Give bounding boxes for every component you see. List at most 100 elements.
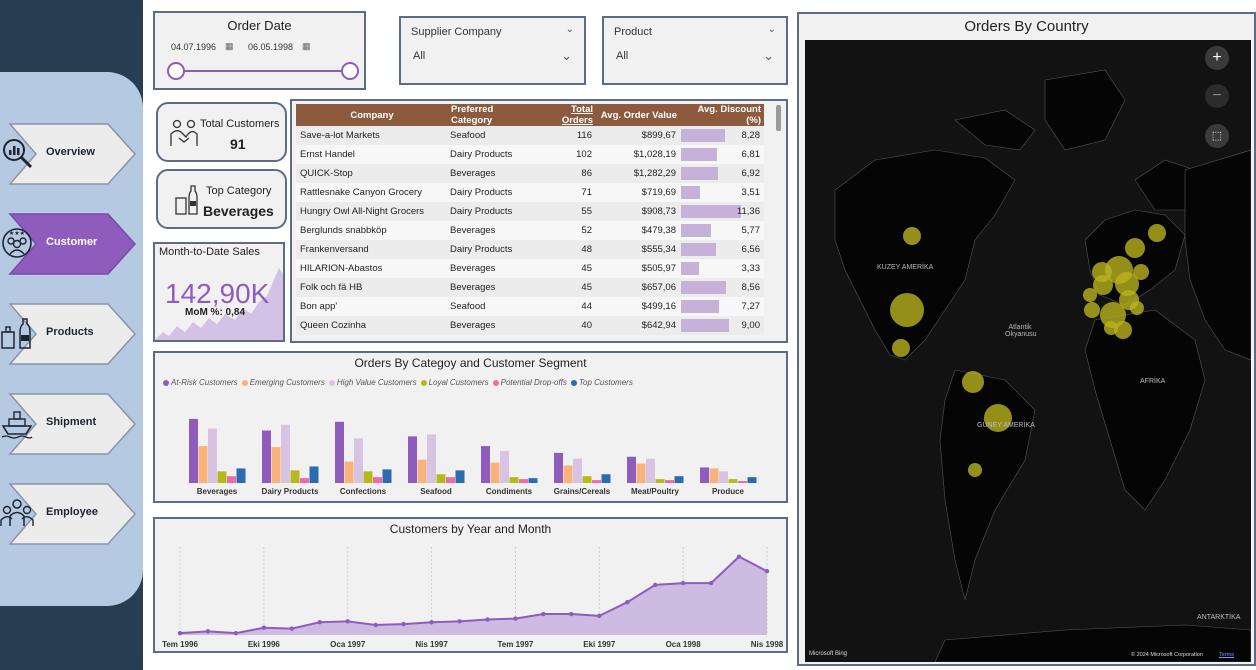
nav-shipment-button[interactable]: Shipment bbox=[0, 392, 140, 456]
data-point[interactable] bbox=[457, 619, 462, 624]
data-point[interactable] bbox=[541, 611, 546, 617]
bar[interactable] bbox=[436, 474, 446, 483]
data-point[interactable] bbox=[597, 613, 602, 619]
bar[interactable] bbox=[728, 479, 738, 483]
bar[interactable] bbox=[227, 476, 236, 483]
bar[interactable] bbox=[382, 469, 392, 483]
table-row[interactable]: Rattlesnake Canyon Grocery Dairy Products… bbox=[296, 183, 764, 202]
column-header[interactable]: Company bbox=[296, 104, 446, 126]
table-row[interactable]: Hungry Owl All-Night Grocers Dairy Produc… bbox=[296, 202, 764, 221]
table-row[interactable]: Save-a-lot Markets Seafood 116 $899,67 8,28 bbox=[296, 126, 764, 145]
calendar-icon[interactable]: ▦ bbox=[225, 41, 234, 52]
data-point[interactable] bbox=[680, 580, 686, 586]
calendar-icon[interactable]: ▦ bbox=[302, 41, 311, 52]
bar[interactable] bbox=[636, 463, 646, 483]
bar[interactable] bbox=[519, 479, 528, 483]
bar[interactable] bbox=[344, 461, 354, 483]
chevron-down-icon[interactable]: ⌄ bbox=[768, 24, 776, 35]
bar[interactable] bbox=[208, 428, 217, 483]
bar[interactable] bbox=[300, 478, 309, 483]
table-row[interactable]: Ernst Handel Dairy Products 102 $1,028,19 6,… bbox=[296, 145, 764, 164]
bar[interactable] bbox=[198, 446, 208, 483]
bar[interactable] bbox=[528, 478, 538, 483]
bar[interactable] bbox=[563, 465, 573, 483]
table-scrollbar[interactable] bbox=[776, 105, 781, 131]
nav-overview-button[interactable]: Overview bbox=[0, 122, 140, 186]
column-header-sorted[interactable]: Total Orders bbox=[536, 104, 596, 126]
bar[interactable] bbox=[290, 470, 300, 483]
supplier-company-slicer[interactable]: Supplier Company ⌄ All ⌄ bbox=[399, 16, 586, 85]
bar[interactable] bbox=[709, 468, 719, 483]
column-header[interactable]: Avg. Order Value bbox=[596, 104, 680, 126]
data-point[interactable] bbox=[708, 580, 714, 586]
legend-item[interactable]: Top Customers bbox=[579, 378, 633, 387]
bar[interactable] bbox=[455, 470, 465, 483]
data-point[interactable] bbox=[261, 625, 267, 630]
bar[interactable] bbox=[646, 458, 655, 483]
bar[interactable] bbox=[700, 467, 709, 483]
bar[interactable] bbox=[500, 450, 509, 483]
data-point[interactable] bbox=[401, 621, 406, 627]
bar[interactable] bbox=[309, 466, 319, 483]
date-to-input[interactable]: 06.05.1998 bbox=[248, 42, 293, 52]
nav-employee-button[interactable]: Employee bbox=[0, 482, 140, 546]
bar[interactable] bbox=[354, 438, 363, 483]
bar[interactable] bbox=[738, 481, 747, 483]
legend-item[interactable]: Loyal Customers bbox=[429, 378, 489, 387]
data-point[interactable] bbox=[569, 611, 574, 617]
table-row[interactable]: Queen Cozinha Beverages 40 $642,94 9,00 bbox=[296, 316, 764, 335]
country-bubble[interactable] bbox=[1133, 264, 1149, 280]
country-bubble[interactable] bbox=[892, 339, 910, 357]
bar[interactable] bbox=[281, 424, 290, 483]
bar[interactable] bbox=[189, 418, 198, 483]
country-bubble[interactable] bbox=[903, 227, 921, 245]
data-point[interactable] bbox=[736, 554, 742, 559]
bar[interactable] bbox=[373, 477, 382, 483]
country-bubble[interactable] bbox=[968, 463, 982, 477]
nav-products-button[interactable]: Products bbox=[0, 302, 140, 366]
country-bubble[interactable] bbox=[1130, 301, 1144, 315]
column-header[interactable]: Avg. Discount (%) bbox=[680, 104, 764, 126]
zoom-out-button[interactable]: − bbox=[1205, 84, 1229, 108]
table-row[interactable]: Berglunds snabbköp Beverages 52 $479,38 5,77 bbox=[296, 221, 764, 240]
country-bubble[interactable] bbox=[1114, 321, 1132, 339]
world-map[interactable]: + − ⬚ KUZEY AMERİKA GÜNEY AMERİKA AFRİKA… bbox=[805, 40, 1251, 662]
data-point[interactable] bbox=[289, 626, 295, 631]
legend-item[interactable]: High Value Customers bbox=[337, 378, 417, 387]
table-row[interactable]: QUICK-Stop Beverages 86 $1,282,29 6,92 bbox=[296, 164, 764, 183]
data-point[interactable] bbox=[317, 620, 322, 625]
bar[interactable] bbox=[655, 479, 665, 483]
data-point[interactable] bbox=[625, 600, 630, 605]
legend-item[interactable]: Potential Drop-offs bbox=[501, 378, 567, 387]
bar[interactable] bbox=[719, 471, 728, 483]
data-point[interactable] bbox=[177, 630, 183, 636]
country-bubble[interactable] bbox=[1084, 302, 1100, 318]
bar[interactable] bbox=[509, 477, 519, 483]
bar[interactable] bbox=[335, 421, 344, 483]
bar[interactable] bbox=[674, 476, 684, 483]
legend-item[interactable]: At-Risk Customers bbox=[171, 378, 238, 387]
data-point[interactable] bbox=[205, 629, 211, 634]
bar[interactable] bbox=[236, 468, 246, 483]
table-row[interactable]: Bon app' Seafood 44 $499,16 7,27 bbox=[296, 297, 764, 316]
country-bubble[interactable] bbox=[890, 293, 924, 327]
bar[interactable] bbox=[408, 436, 417, 483]
supplier-slicer-value[interactable]: All bbox=[413, 50, 425, 62]
country-bubble[interactable] bbox=[1125, 238, 1145, 258]
legend-item[interactable]: Emerging Customers bbox=[250, 378, 325, 387]
data-point[interactable] bbox=[233, 630, 239, 636]
bar[interactable] bbox=[217, 471, 227, 483]
country-bubble[interactable] bbox=[1148, 224, 1166, 242]
bar[interactable] bbox=[262, 430, 271, 483]
bar[interactable] bbox=[601, 474, 611, 483]
bar[interactable] bbox=[554, 452, 563, 483]
bar[interactable] bbox=[573, 458, 582, 483]
date-range-start-handle[interactable] bbox=[167, 62, 185, 80]
date-from-input[interactable]: 04.07.1996 bbox=[171, 42, 216, 52]
bar[interactable] bbox=[271, 447, 281, 483]
bar[interactable] bbox=[665, 480, 674, 483]
chevron-down-icon[interactable]: ⌄ bbox=[566, 24, 574, 35]
bar[interactable] bbox=[490, 462, 500, 483]
country-bubble[interactable] bbox=[962, 371, 984, 393]
product-slicer-value[interactable]: All bbox=[616, 50, 628, 62]
